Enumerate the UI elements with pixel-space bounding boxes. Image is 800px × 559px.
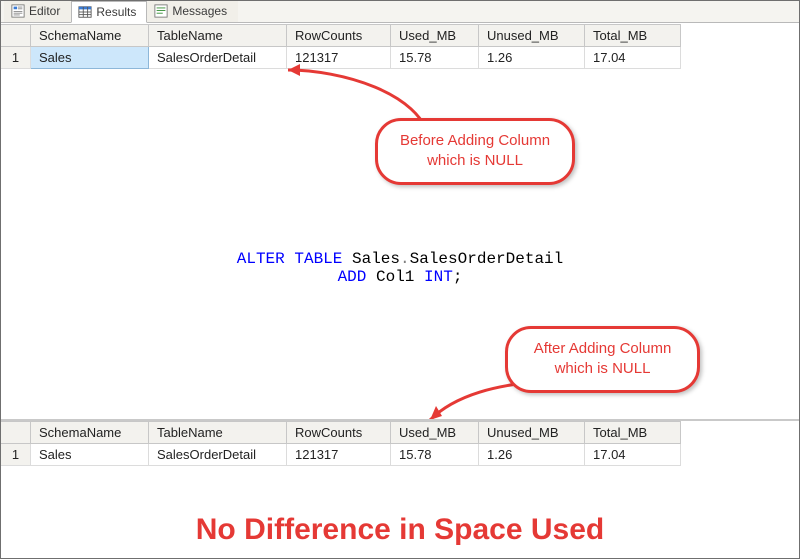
cell-table[interactable]: SalesOrderDetail — [149, 47, 287, 69]
col-used[interactable]: Used_MB — [391, 422, 479, 444]
col-schema[interactable]: SchemaName — [31, 422, 149, 444]
results-grid-after[interactable]: SchemaName TableName RowCounts Used_MB U… — [0, 419, 800, 466]
messages-icon — [154, 4, 168, 18]
sql-dot: . — [400, 250, 410, 268]
tab-results[interactable]: Results — [71, 1, 147, 23]
tab-editor[interactable]: Editor — [4, 0, 71, 22]
col-rowcounts[interactable]: RowCounts — [287, 25, 391, 47]
cell-used[interactable]: 15.78 — [391, 444, 479, 466]
editor-icon — [11, 4, 25, 18]
tab-results-label: Results — [96, 5, 136, 19]
callout-before-line1: Before Adding Column — [400, 132, 550, 149]
cell-schema[interactable]: Sales — [31, 444, 149, 466]
callout-after-line2: which is NULL — [555, 360, 651, 377]
sql-code: ALTER TABLE Sales.SalesOrderDetail ADD C… — [0, 250, 800, 286]
cell-table[interactable]: SalesOrderDetail — [149, 444, 287, 466]
callout-after: After Adding Column which is NULL — [505, 326, 700, 393]
col-rowcounts[interactable]: RowCounts — [287, 422, 391, 444]
sql-schema: Sales — [352, 250, 400, 268]
cell-total[interactable]: 17.04 — [585, 47, 681, 69]
cell-unused[interactable]: 1.26 — [479, 47, 585, 69]
grid-icon — [78, 5, 92, 19]
sql-semi: ; — [453, 268, 463, 286]
callout-before-line2: which is NULL — [427, 152, 523, 169]
kw-table: TABLE — [294, 250, 342, 268]
cell-unused[interactable]: 1.26 — [479, 444, 585, 466]
cell-rowcounts[interactable]: 121317 — [287, 444, 391, 466]
table-row[interactable]: 1 Sales SalesOrderDetail 121317 15.78 1.… — [1, 444, 681, 466]
cell-schema[interactable]: Sales — [31, 47, 149, 69]
callout-after-line1: After Adding Column — [534, 340, 672, 357]
col-table[interactable]: TableName — [149, 422, 287, 444]
col-table[interactable]: TableName — [149, 25, 287, 47]
col-used[interactable]: Used_MB — [391, 25, 479, 47]
col-total[interactable]: Total_MB — [585, 422, 681, 444]
col-unused[interactable]: Unused_MB — [479, 422, 585, 444]
kw-alter: ALTER — [237, 250, 285, 268]
tab-messages-label: Messages — [172, 4, 227, 18]
col-total[interactable]: Total_MB — [585, 25, 681, 47]
col-unused[interactable]: Unused_MB — [479, 25, 585, 47]
sql-colname: Col1 — [376, 268, 414, 286]
tab-messages[interactable]: Messages — [147, 0, 238, 22]
row-number-header[interactable] — [1, 25, 31, 47]
kw-add: ADD — [338, 268, 367, 286]
sql-tablename: SalesOrderDetail — [410, 250, 564, 268]
sql-type: INT — [424, 268, 453, 286]
row-number-header[interactable] — [1, 422, 31, 444]
cell-total[interactable]: 17.04 — [585, 444, 681, 466]
tab-editor-label: Editor — [29, 4, 60, 18]
row-number: 1 — [1, 444, 31, 466]
tab-strip: Editor Results Messages — [0, 0, 800, 23]
row-number: 1 — [1, 47, 31, 69]
callout-before: Before Adding Column which is NULL — [375, 118, 575, 185]
col-schema[interactable]: SchemaName — [31, 25, 149, 47]
caption-no-difference: No Difference in Space Used — [0, 513, 800, 547]
